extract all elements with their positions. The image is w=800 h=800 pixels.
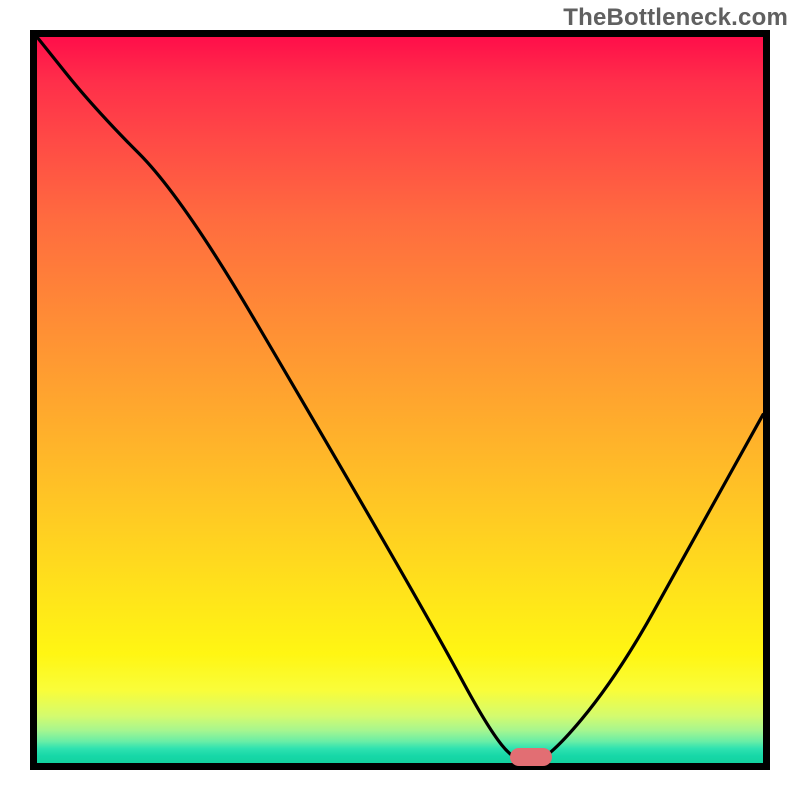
watermark-text: TheBottleneck.com <box>563 4 788 32</box>
plot-frame <box>30 30 770 770</box>
curve-svg <box>37 37 763 763</box>
bottleneck-curve-path <box>37 37 763 763</box>
optimum-marker <box>510 748 552 766</box>
chart-stage: TheBottleneck.com <box>0 0 800 800</box>
